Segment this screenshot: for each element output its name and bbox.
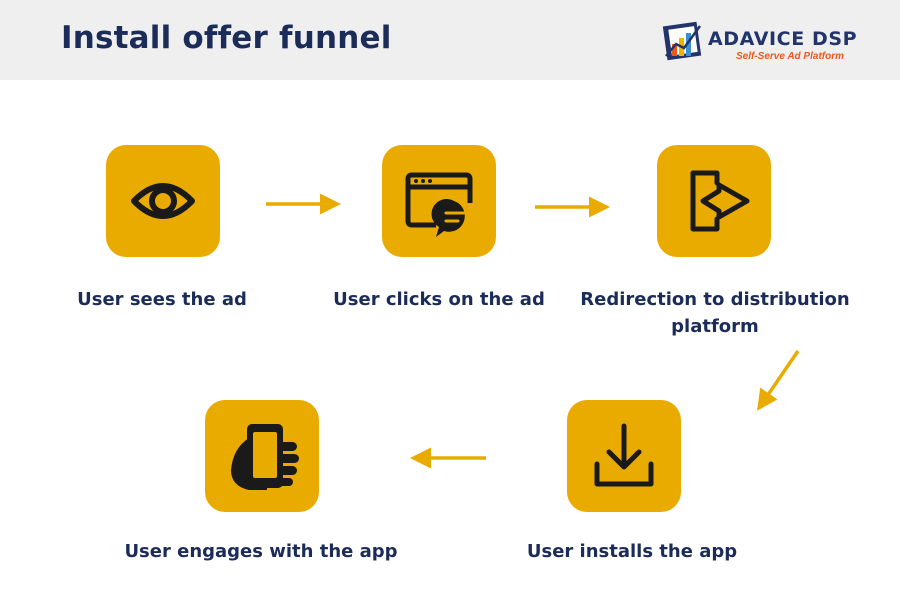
browser-chat-icon <box>405 172 473 237</box>
eye-icon <box>131 183 195 219</box>
step-4-tile <box>567 400 681 512</box>
step-3-tile <box>657 145 771 257</box>
header-bar: Install offer funnel ADAVICE DSP Self-Se… <box>0 0 900 80</box>
step-1-label: User sees the ad <box>77 289 247 310</box>
logo-name: ADAVICE DSP <box>708 28 858 50</box>
hand-phone-icon <box>231 424 299 490</box>
arrow-3-to-4 <box>757 350 800 411</box>
redirect-icon <box>690 170 750 232</box>
step-2-tile <box>382 145 496 257</box>
download-icon <box>594 423 654 487</box>
step-1-tile <box>106 145 220 257</box>
step-5-tile <box>205 400 319 512</box>
brand-logo: ADAVICE DSP Self-Serve Ad Platform <box>662 18 862 66</box>
logo-tagline: Self-Serve Ad Platform <box>736 51 844 62</box>
logo-chart-icon <box>662 21 702 61</box>
step-3-label: Redirection to distribution platform <box>580 289 850 337</box>
step-4-label: User installs the app <box>526 541 738 562</box>
page-title: Install offer funnel <box>61 20 392 56</box>
step-2-label: User clicks on the ad <box>333 289 545 310</box>
step-5-label: User engages with the app <box>124 541 398 562</box>
